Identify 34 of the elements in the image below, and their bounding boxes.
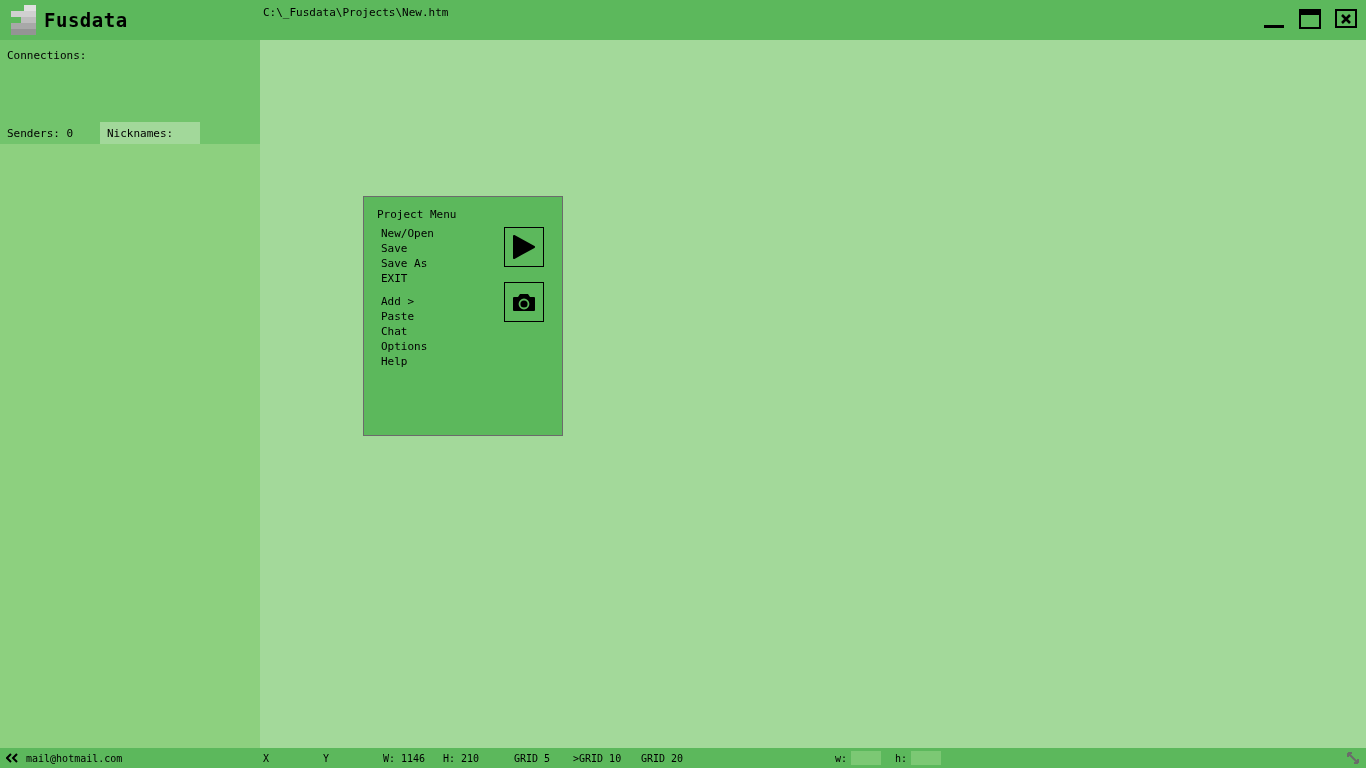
menu-item[interactable]: Paste — [381, 310, 415, 323]
menu-item[interactable]: New/Open — [381, 227, 434, 240]
menu-item[interactable]: Save As — [381, 257, 428, 270]
status-item: H: 210 — [442, 752, 481, 764]
menu-item[interactable]: Chat — [381, 325, 408, 338]
logo-icon — [11, 5, 36, 35]
status-item: GRID 5 — [513, 752, 552, 764]
sidebar-tab[interactable]: Nicknames: — [100, 122, 200, 144]
play-icon — [512, 234, 536, 260]
field-label: h: — [895, 752, 908, 764]
size-field[interactable] — [851, 751, 882, 765]
field-label: w: — [835, 752, 848, 764]
menu-item[interactable]: Help — [381, 355, 408, 368]
status-item: X — [262, 752, 271, 764]
file-path: C:\_Fusdata\Projects\New.htm — [263, 6, 449, 19]
status-item: GRID 20 — [640, 752, 685, 764]
collapse-icon[interactable] — [6, 753, 18, 763]
status-item: >GRID 10 — [572, 752, 623, 764]
app-title: Fusdata — [44, 9, 128, 31]
menu-item[interactable]: EXIT — [381, 272, 408, 285]
status-item: W: 1146 — [382, 752, 427, 764]
camera-button[interactable] — [504, 282, 544, 322]
camera-icon — [512, 292, 536, 312]
menu-title: Project Menu — [377, 208, 458, 221]
size-field[interactable] — [911, 751, 942, 765]
connections-label: Connections: — [7, 49, 87, 62]
menu-item[interactable]: Options — [381, 340, 428, 353]
status-item: Y — [322, 752, 331, 764]
menu-item[interactable]: Add > — [381, 295, 415, 308]
play-button[interactable] — [504, 227, 544, 267]
email-text: mail@hotmail.com — [26, 752, 123, 764]
maximize-icon[interactable] — [1298, 8, 1322, 30]
close-icon[interactable] — [1334, 8, 1358, 30]
menu-item[interactable]: Save — [381, 242, 408, 255]
